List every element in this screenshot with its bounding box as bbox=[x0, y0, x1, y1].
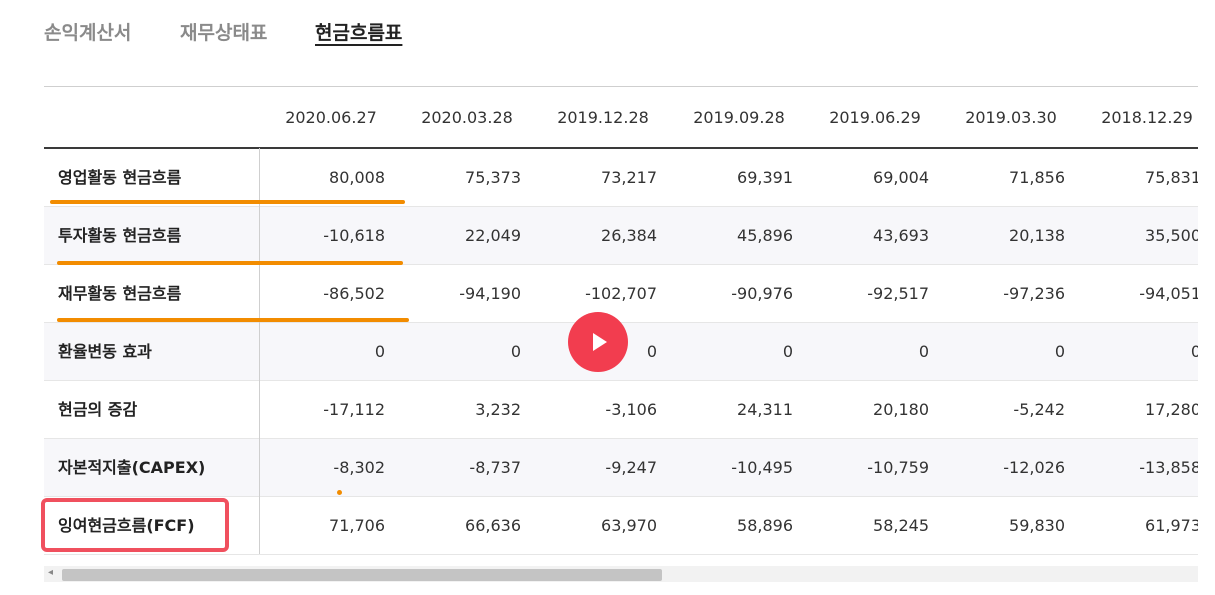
table-cell: 24,311 bbox=[737, 400, 793, 419]
table-cell: 69,391 bbox=[737, 168, 793, 187]
table-cell: 63,970 bbox=[601, 516, 657, 535]
label-column-divider bbox=[259, 148, 260, 554]
table-cell: -8,737 bbox=[469, 458, 521, 477]
table-cell: 75,373 bbox=[465, 168, 521, 187]
table-cell: -10,618 bbox=[323, 226, 385, 245]
table-cell: 0 bbox=[918, 342, 929, 361]
row-label: 자본적지출(CAPEX) bbox=[58, 458, 206, 477]
highlight-underline bbox=[50, 200, 405, 204]
table-cell: 3,232 bbox=[475, 400, 521, 419]
table-cell: 61,973 bbox=[1145, 516, 1198, 535]
highlight-underline bbox=[57, 318, 409, 322]
table-row-operating-cash-flow: 영업활동 현금흐름 80,008 75,373 73,217 69,391 69… bbox=[44, 149, 1198, 207]
table-cell: -8,302 bbox=[333, 458, 385, 477]
row-label: 투자활동 현금흐름 bbox=[58, 226, 182, 245]
table-top-border bbox=[44, 86, 1198, 87]
date-header: 2020.06.27 bbox=[285, 108, 377, 127]
play-button[interactable] bbox=[568, 312, 628, 372]
date-header: 2019.09.28 bbox=[693, 108, 785, 127]
table-cell: -90,976 bbox=[731, 284, 793, 303]
table-cell: 0 bbox=[782, 342, 793, 361]
row-label: 영업활동 현금흐름 bbox=[58, 168, 182, 187]
table-cell: -10,759 bbox=[867, 458, 929, 477]
table-row-net-change-in-cash: 현금의 증감 -17,112 3,232 -3,106 24,311 20,18… bbox=[44, 381, 1198, 439]
date-header: 2019.12.28 bbox=[557, 108, 649, 127]
table-cell: 35,500 bbox=[1145, 226, 1198, 245]
table-row-investing-cash-flow: 투자활동 현금흐름 -10,618 22,049 26,384 45,896 4… bbox=[44, 207, 1198, 265]
row-label: 재무활동 현금흐름 bbox=[58, 284, 182, 303]
table-cell: -12,026 bbox=[1003, 458, 1065, 477]
tab-income-statement[interactable]: 손익계산서 bbox=[44, 18, 131, 45]
play-icon bbox=[593, 333, 607, 351]
date-header: 2020.03.28 bbox=[421, 108, 513, 127]
tab-balance-sheet[interactable]: 재무상태표 bbox=[180, 18, 267, 45]
table-cell: 0 bbox=[1054, 342, 1065, 361]
table-cell: -92,517 bbox=[867, 284, 929, 303]
row-label: 현금의 증감 bbox=[58, 400, 138, 419]
table-cell: 43,693 bbox=[873, 226, 929, 245]
table-cell: -13,858 bbox=[1139, 458, 1198, 477]
table-cell: -86,502 bbox=[323, 284, 385, 303]
table-cell: -97,236 bbox=[1003, 284, 1065, 303]
scrollbar-thumb[interactable] bbox=[62, 569, 662, 581]
date-header: 2018.12.29 bbox=[1101, 108, 1193, 127]
highlight-underline bbox=[57, 261, 403, 265]
table-cell: -5,242 bbox=[1013, 400, 1065, 419]
table-cell: 71,856 bbox=[1009, 168, 1065, 187]
annotation-dot bbox=[337, 490, 342, 495]
table-cell: 80,008 bbox=[329, 168, 385, 187]
table-cell: 20,138 bbox=[1009, 226, 1065, 245]
table-cell: 66,636 bbox=[465, 516, 521, 535]
scroll-left-icon[interactable]: ◂ bbox=[48, 567, 53, 578]
table-cell: 58,896 bbox=[737, 516, 793, 535]
table-cell: 73,217 bbox=[601, 168, 657, 187]
horizontal-scrollbar[interactable]: ◂ bbox=[44, 566, 1198, 582]
table-cell: 58,245 bbox=[873, 516, 929, 535]
table-row-capex: 자본적지출(CAPEX) -8,302 -8,737 -9,247 -10,49… bbox=[44, 439, 1198, 497]
table-cell: -94,190 bbox=[459, 284, 521, 303]
table-cell: 69,004 bbox=[873, 168, 929, 187]
table-cell: 71,706 bbox=[329, 516, 385, 535]
table-cell: 0 bbox=[374, 342, 385, 361]
table-cell: -3,106 bbox=[605, 400, 657, 419]
table-cell: 45,896 bbox=[737, 226, 793, 245]
table-cell: -9,247 bbox=[605, 458, 657, 477]
table-cell: 59,830 bbox=[1009, 516, 1065, 535]
table-cell: 20,180 bbox=[873, 400, 929, 419]
table-cell: -94,051 bbox=[1139, 284, 1198, 303]
table-cell: 75,831 bbox=[1145, 168, 1198, 187]
table-cell: 26,384 bbox=[601, 226, 657, 245]
table-cell: -17,112 bbox=[323, 400, 385, 419]
table-cell: 0 bbox=[510, 342, 521, 361]
date-header: 2019.06.29 bbox=[829, 108, 921, 127]
table-cell: 0 bbox=[1190, 342, 1198, 361]
table-cell: -10,495 bbox=[731, 458, 793, 477]
date-header: 2019.03.30 bbox=[965, 108, 1057, 127]
tab-cash-flow-statement[interactable]: 현금흐름표 bbox=[315, 18, 402, 45]
table-cell: 17,280 bbox=[1145, 400, 1198, 419]
row-label: 환율변동 효과 bbox=[58, 342, 152, 361]
table-cell: 22,049 bbox=[465, 226, 521, 245]
fcf-highlight-box bbox=[41, 498, 229, 552]
